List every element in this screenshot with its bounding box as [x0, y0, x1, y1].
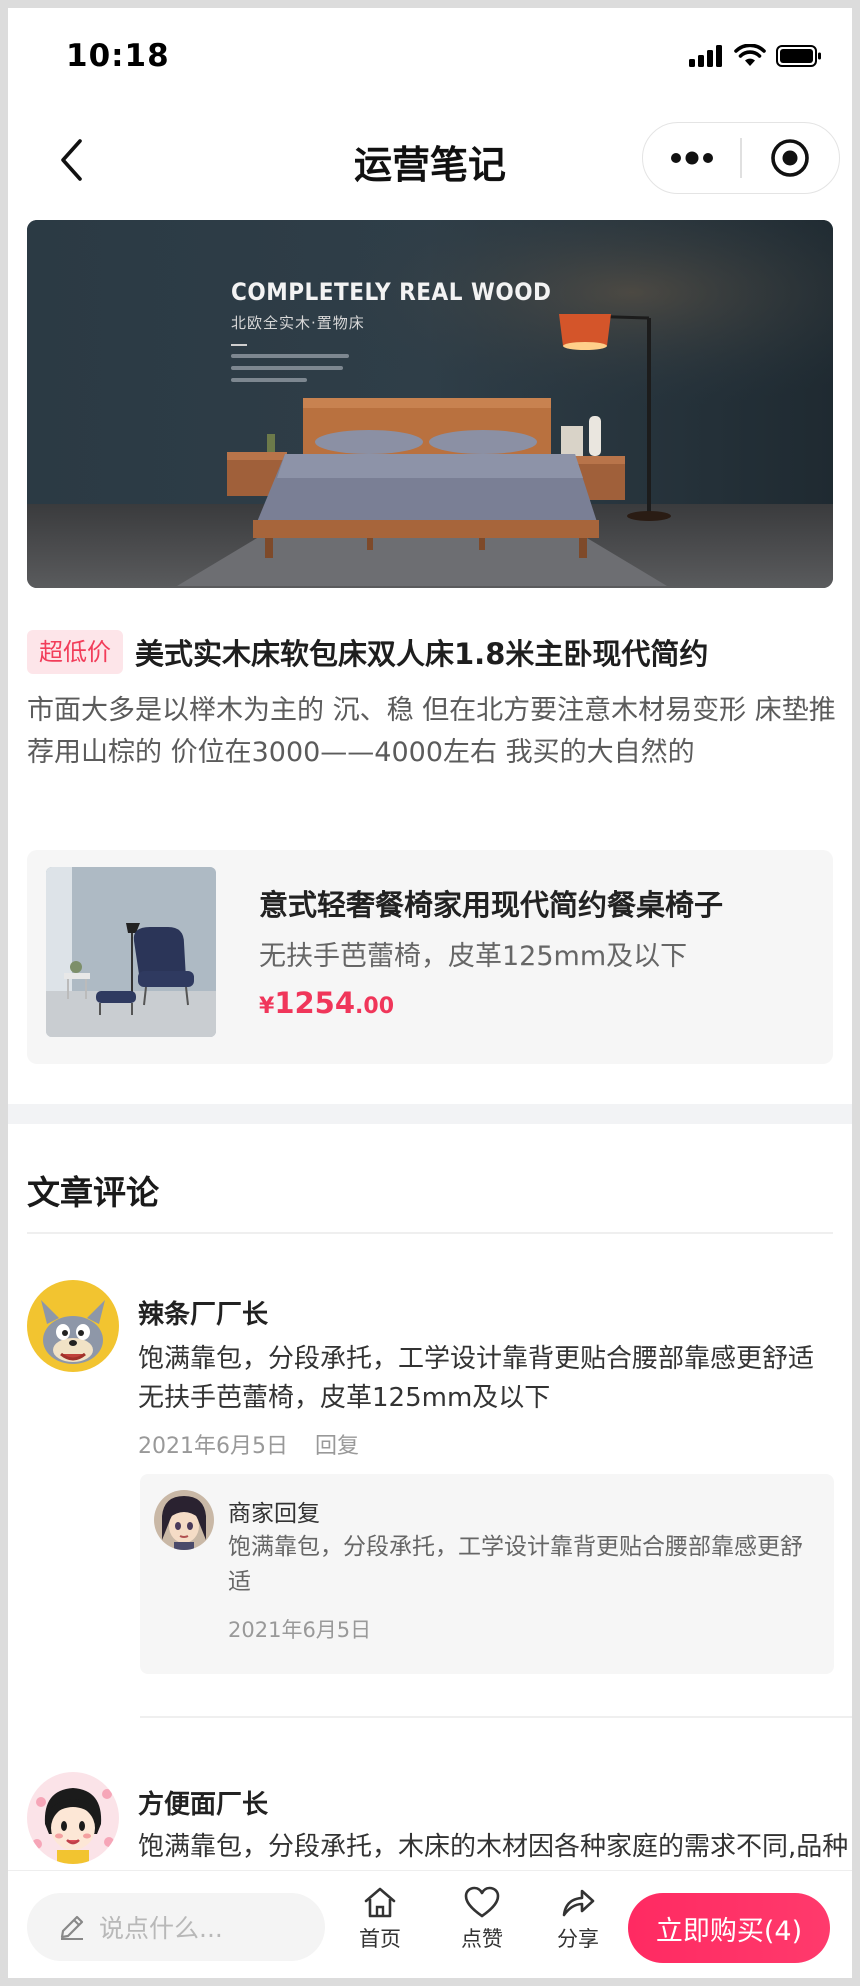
- close-miniprogram-button[interactable]: [742, 122, 839, 194]
- reply-link[interactable]: 回复: [315, 1434, 359, 1459]
- section-divider: [8, 1104, 852, 1124]
- product-title-row: 超低价 美式实木床软包床双人床1.8米主卧现代简约: [27, 628, 833, 676]
- like-label: 点赞: [461, 1927, 503, 1951]
- buy-now-button[interactable]: 立即购买(4): [628, 1893, 830, 1963]
- section-rule: [27, 1232, 833, 1234]
- merchant-avatar: [154, 1490, 214, 1550]
- home-label: 首页: [359, 1927, 401, 1951]
- home-button[interactable]: 首页: [340, 1885, 420, 1953]
- mini-program-capsule: [642, 122, 840, 194]
- wifi-icon: [734, 44, 766, 66]
- avatar[interactable]: [27, 1772, 119, 1864]
- comment-text-clip: 饱满靠包，分段承托，木床的木材因各种家庭的需求不同,品种也得多样，各有各的特点在…: [138, 1828, 852, 1870]
- hero-fine-print: [231, 354, 351, 390]
- merchant-avatar-image: [154, 1490, 214, 1550]
- pencil-icon: [60, 1915, 84, 1940]
- battery-icon: [776, 45, 821, 67]
- cat-avatar-image: [27, 1280, 119, 1372]
- share-button[interactable]: 分享: [538, 1885, 618, 1953]
- price-decimal: .00: [355, 994, 395, 1019]
- hero-divider: [231, 344, 247, 346]
- merchant-reply-text: 饱满靠包，分段承托，工学设计靠背更贴合腰部靠感更舒适: [228, 1534, 803, 1595]
- target-circle-icon: [771, 139, 810, 177]
- comment-text: 饱满靠包，分段承托，木床的木材因各种家庭的需求不同,品种也得多样，各有各的特点在…: [138, 1832, 849, 1862]
- share-label: 分享: [557, 1927, 599, 1951]
- avatar[interactable]: [27, 1280, 119, 1372]
- like-button[interactable]: 点赞: [442, 1885, 522, 1953]
- heart-icon: [464, 1886, 500, 1918]
- price-tag-badge: 超低价: [27, 630, 123, 674]
- product-thumbnail: [46, 867, 216, 1037]
- comment-date: 2021年6月5日: [138, 1434, 288, 1459]
- status-icons: [688, 44, 822, 68]
- hero-banner[interactable]: COMPLETELY REAL WOOD 北欧全实木·置物床: [27, 220, 833, 588]
- merchant-reply-label: 商家回复: [228, 1501, 320, 1527]
- status-time: 10:18: [66, 38, 170, 74]
- price-integer: 1254: [274, 986, 356, 1020]
- product-title: 美式实木床软包床双人床1.8米主卧现代简约: [135, 637, 709, 671]
- comment-input[interactable]: 说点什么...: [27, 1893, 325, 1961]
- share-icon: [562, 1889, 595, 1917]
- signal-icon: [689, 45, 722, 67]
- nav-bar: 运营笔记: [8, 108, 852, 212]
- bedroom-scene-image: [27, 220, 833, 588]
- linked-product-name: 意式轻奢餐椅家用现代简约餐桌椅子: [259, 888, 724, 922]
- status-bar: 10:18: [8, 8, 852, 108]
- commenter-name: 辣条厂厂长: [138, 1300, 269, 1330]
- linked-product-spec: 无扶手芭蕾椅，皮革125mm及以下: [259, 941, 688, 972]
- home-icon: [364, 1887, 396, 1918]
- chair-room-image: [46, 867, 216, 1037]
- linked-product-card[interactable]: 意式轻奢餐椅家用现代简约餐桌椅子 无扶手芭蕾椅，皮革125mm及以下 ¥1254…: [27, 850, 833, 1064]
- price-symbol: ¥: [259, 994, 275, 1019]
- product-description: 市面大多是以榉木为主的 沉、稳 但在北方要注意木材易变形 床垫推荐用山棕的 价位…: [27, 695, 836, 768]
- more-button[interactable]: [643, 122, 740, 194]
- comments-section-title: 文章评论: [27, 1173, 159, 1212]
- comment-text: 饱满靠包，分段承托，工学设计靠背更贴合腰部靠感更舒适无扶手芭蕾椅，皮革125mm…: [138, 1344, 815, 1413]
- comment-input-placeholder: 说点什么...: [99, 1914, 223, 1943]
- bottom-action-bar: 说点什么... 首页 点赞 分享 立即购买(4): [8, 1870, 852, 1978]
- hero-subtitle: 北欧全实木·置物床: [231, 314, 365, 332]
- comment-divider: [140, 1716, 852, 1718]
- comment-meta: 2021年6月5日 回复: [138, 1428, 359, 1460]
- linked-product-price: ¥1254.00: [259, 986, 394, 1020]
- merchant-reply-box: 商家回复 饱满靠包，分段承托，工学设计靠背更贴合腰部靠感更舒适 2021年6月5…: [140, 1474, 834, 1674]
- more-dots-icon: [670, 151, 713, 165]
- girl-avatar-image: [27, 1772, 119, 1864]
- phone-screen: 10:18 运营笔记 COMPLETELY REAL WOOD 北欧全实木·置物…: [8, 8, 852, 1978]
- merchant-reply-date: 2021年6月5日: [228, 1618, 372, 1642]
- commenter-name: 方便面厂长: [138, 1790, 269, 1820]
- hero-title: COMPLETELY REAL WOOD: [231, 278, 552, 306]
